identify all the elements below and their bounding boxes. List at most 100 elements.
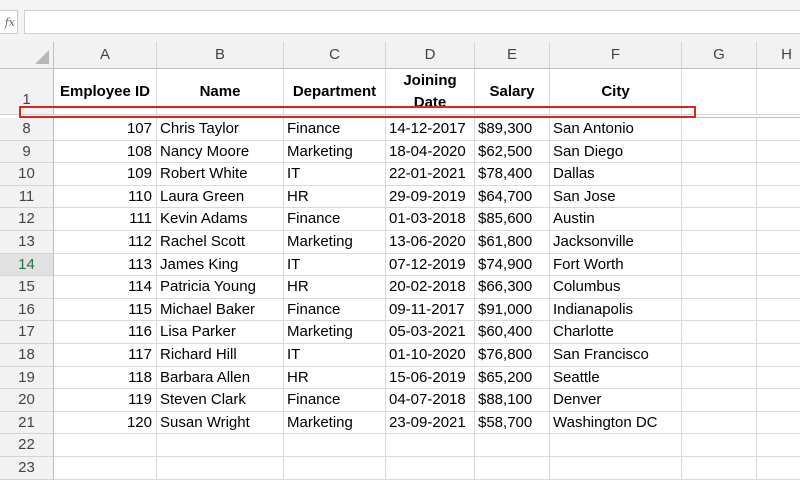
row-header-22[interactable]: 22 — [0, 434, 54, 457]
table-cell-salary[interactable]: $89,300 — [475, 118, 550, 141]
empty-cell[interactable] — [157, 457, 284, 480]
empty-cell[interactable] — [682, 231, 757, 254]
table-cell-name[interactable]: Patricia Young — [157, 276, 284, 299]
empty-cell[interactable] — [757, 118, 800, 141]
table-cell-city[interactable]: Seattle — [550, 366, 682, 390]
empty-cell[interactable] — [682, 185, 757, 209]
table-cell-salary[interactable]: $61,800 — [475, 231, 550, 254]
empty-cell[interactable] — [682, 208, 757, 231]
formula-input[interactable] — [24, 10, 800, 34]
table-cell-name[interactable]: Nancy Moore — [157, 140, 284, 164]
column-header-d[interactable]: D — [386, 42, 475, 69]
table-cell-city[interactable]: Jacksonville — [550, 231, 682, 254]
table-cell-dept[interactable]: Finance — [284, 208, 386, 231]
empty-cell[interactable] — [757, 344, 800, 367]
empty-cell[interactable] — [757, 254, 800, 277]
table-cell-date[interactable]: 18-04-2020 — [386, 140, 475, 164]
table-cell-dept[interactable]: HR — [284, 366, 386, 390]
row-header-8[interactable]: 8 — [0, 118, 54, 141]
row-header-9[interactable]: 9 — [0, 140, 54, 164]
empty-cell[interactable] — [757, 299, 800, 322]
empty-cell[interactable] — [284, 434, 386, 457]
select-all-button[interactable] — [0, 42, 54, 69]
table-cell-city[interactable]: Charlotte — [550, 321, 682, 344]
empty-cell[interactable] — [757, 69, 800, 115]
empty-cell[interactable] — [757, 434, 800, 457]
empty-cell[interactable] — [757, 321, 800, 344]
table-cell-city[interactable]: Denver — [550, 389, 682, 412]
empty-cell[interactable] — [682, 434, 757, 457]
table-cell-dept[interactable]: Finance — [284, 389, 386, 412]
table-cell-id[interactable]: 119 — [54, 389, 157, 412]
table-cell-dept[interactable]: IT — [284, 344, 386, 367]
empty-cell[interactable] — [757, 186, 800, 209]
column-header-e[interactable]: E — [475, 42, 550, 69]
table-cell-date[interactable]: 09-11-2017 — [386, 298, 475, 322]
table-cell-id[interactable]: 113 — [54, 253, 157, 277]
table-cell-name[interactable]: Robert White — [157, 163, 284, 186]
table-cell-date[interactable]: 04-07-2018 — [386, 389, 475, 412]
table-cell-salary[interactable]: $62,500 — [475, 140, 550, 164]
table-cell-name[interactable]: James King — [157, 253, 284, 277]
table-cell-city[interactable]: Columbus — [550, 276, 682, 299]
table-cell-city[interactable]: San Jose — [550, 185, 682, 209]
table-cell-salary[interactable]: $85,600 — [475, 208, 550, 231]
empty-cell[interactable] — [682, 321, 757, 344]
row-header-10[interactable]: 10 — [0, 163, 54, 186]
table-cell-date[interactable]: 01-10-2020 — [386, 344, 475, 367]
table-cell-salary[interactable]: $88,100 — [475, 389, 550, 412]
table-cell-dept[interactable]: IT — [284, 163, 386, 186]
row-header-15[interactable]: 15 — [0, 276, 54, 299]
table-cell-salary[interactable]: $58,700 — [475, 411, 550, 435]
table-cell-id[interactable]: 118 — [54, 366, 157, 390]
table-cell-name[interactable]: Laura Green — [157, 185, 284, 209]
table-cell-date[interactable]: 22-01-2021 — [386, 163, 475, 186]
table-cell-city[interactable]: San Francisco — [550, 344, 682, 367]
table-cell-dept[interactable]: IT — [284, 253, 386, 277]
table-cell-dept[interactable]: Finance — [284, 298, 386, 322]
table-cell-salary[interactable]: $91,000 — [475, 298, 550, 322]
table-cell-dept[interactable]: HR — [284, 185, 386, 209]
table-cell-salary[interactable]: $64,700 — [475, 185, 550, 209]
table-cell-date[interactable]: 01-03-2018 — [386, 208, 475, 231]
empty-cell[interactable] — [682, 140, 757, 164]
table-cell-id[interactable]: 108 — [54, 140, 157, 164]
table-cell-dept[interactable]: Marketing — [284, 140, 386, 164]
empty-cell[interactable] — [550, 434, 682, 457]
table-cell-name[interactable]: Barbara Allen — [157, 366, 284, 390]
empty-cell[interactable] — [682, 457, 757, 480]
table-cell-name[interactable]: Susan Wright — [157, 411, 284, 435]
empty-cell[interactable] — [54, 434, 157, 457]
table-cell-date[interactable]: 23-09-2021 — [386, 411, 475, 435]
table-cell-date[interactable]: 07-12-2019 — [386, 253, 475, 277]
empty-cell[interactable] — [386, 457, 475, 480]
empty-cell[interactable] — [682, 344, 757, 367]
empty-cell[interactable] — [682, 276, 757, 299]
fx-icon[interactable]: fx — [0, 10, 18, 34]
empty-cell[interactable] — [757, 163, 800, 186]
table-cell-name[interactable]: Steven Clark — [157, 389, 284, 412]
table-cell-id[interactable]: 109 — [54, 163, 157, 186]
row-header-18[interactable]: 18 — [0, 344, 54, 367]
empty-cell[interactable] — [757, 276, 800, 299]
table-cell-city[interactable]: Dallas — [550, 163, 682, 186]
table-cell-date[interactable]: 29-09-2019 — [386, 185, 475, 209]
row-header-12[interactable]: 12 — [0, 208, 54, 231]
empty-cell[interactable] — [550, 457, 682, 480]
row-header-16[interactable]: 16 — [0, 298, 54, 322]
empty-cell[interactable] — [757, 141, 800, 164]
table-cell-salary[interactable]: $78,400 — [475, 163, 550, 186]
table-cell-id[interactable]: 111 — [54, 208, 157, 231]
empty-cell[interactable] — [682, 366, 757, 390]
table-cell-city[interactable]: Indianapolis — [550, 298, 682, 322]
table-cell-name[interactable]: Richard Hill — [157, 344, 284, 367]
row-header-23[interactable]: 23 — [0, 457, 54, 480]
empty-cell[interactable] — [757, 389, 800, 412]
row-header-21[interactable]: 21 — [0, 411, 54, 435]
table-cell-name[interactable]: Lisa Parker — [157, 321, 284, 344]
row-header-13[interactable]: 13 — [0, 231, 54, 254]
column-header-h[interactable]: H — [757, 42, 800, 69]
table-cell-dept[interactable]: HR — [284, 276, 386, 299]
empty-cell[interactable] — [475, 457, 550, 480]
empty-cell[interactable] — [682, 389, 757, 412]
